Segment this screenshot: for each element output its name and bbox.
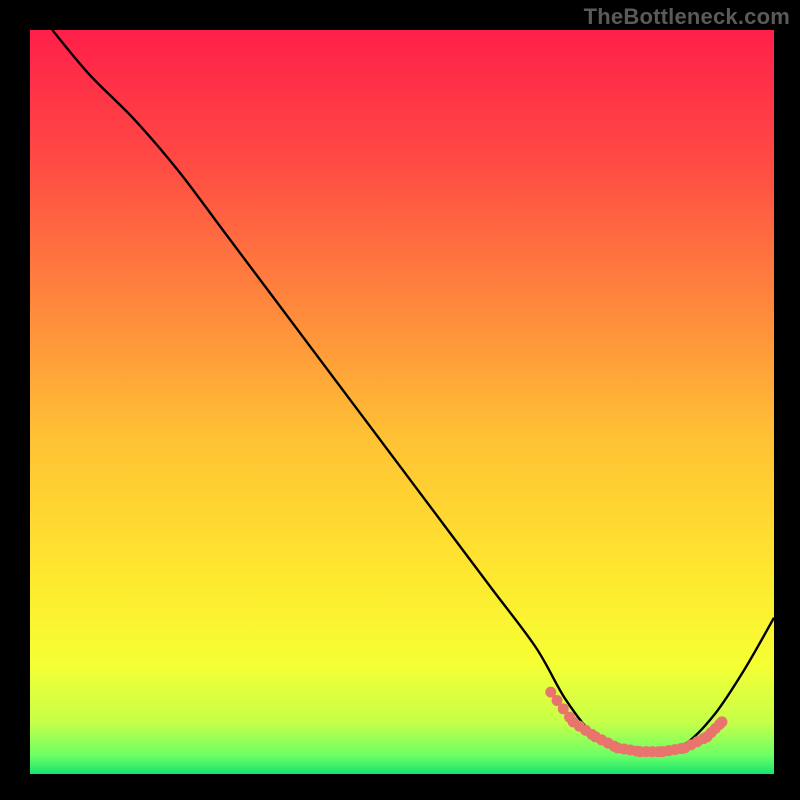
watermark-text: TheBottleneck.com	[584, 4, 790, 30]
chart-frame: TheBottleneck.com	[0, 0, 800, 800]
bottleneck-chart	[0, 0, 800, 800]
highlight-dot	[716, 716, 727, 727]
plot-background	[30, 30, 774, 774]
